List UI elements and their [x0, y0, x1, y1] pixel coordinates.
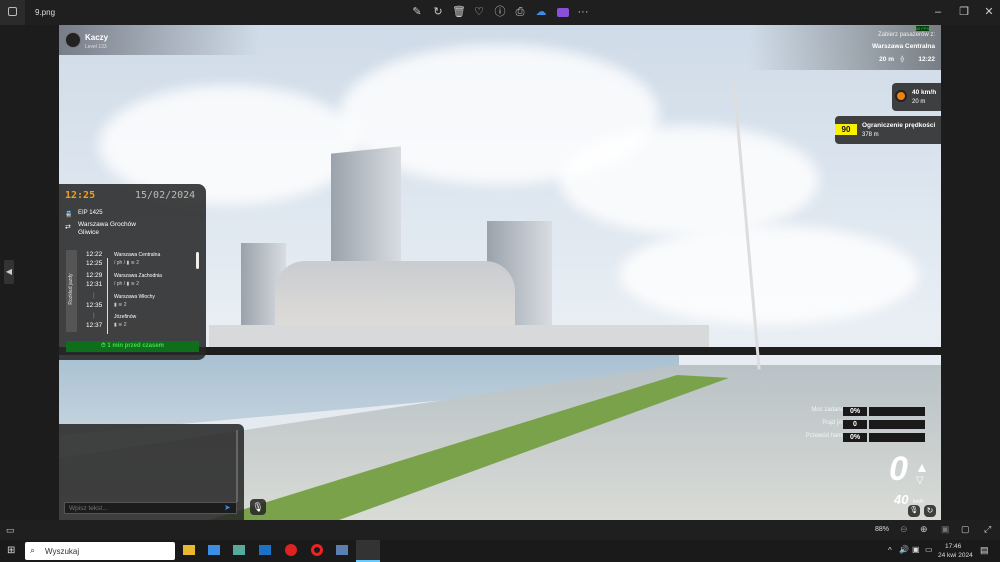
info-icon[interactable]: ⓘ — [494, 6, 506, 18]
app-icon[interactable] — [233, 545, 245, 555]
current-speed: 0 — [889, 450, 908, 488]
speed-limit-info: 90 Ograniczenie prędkości 378 m — [835, 116, 941, 144]
timetable-scrollbar[interactable] — [196, 252, 199, 269]
zoom-level: 88% — [875, 526, 890, 533]
app-icon[interactable] — [336, 545, 348, 555]
train-icon: 🚆 — [65, 212, 73, 218]
mail-icon[interactable] — [259, 545, 271, 555]
send-icon[interactable]: ➤ — [224, 503, 231, 512]
file-name: 9.png — [35, 8, 56, 17]
timetable-panel: 12:25 15/02/2024 🚆 EIP 1425 ⇄ Warszawa G… — [59, 184, 206, 360]
player-card: Kaczy Level 133 — [59, 25, 259, 55]
direction-reverse-icon: ▽ — [916, 475, 924, 486]
signal-info: 40 km/h 20 m — [892, 83, 941, 111]
signal-light-icon — [895, 90, 907, 102]
route-to: Gliwice — [78, 229, 99, 236]
opera-icon[interactable] — [311, 544, 323, 556]
favorite-icon[interactable]: ♡ — [473, 6, 485, 18]
speed-limit-sign: 90 — [835, 124, 857, 135]
stop-row: | 12:37 Józefinów ▮ ≋ 2 — [86, 312, 137, 329]
previous-image-button[interactable]: ◀ — [4, 260, 14, 284]
minimize-icon[interactable]: – — [932, 6, 944, 18]
timetable-tab[interactable]: Rozkład jazdy — [66, 250, 77, 332]
distance-marker-icon: ⟠ — [900, 56, 904, 63]
edit-icon[interactable]: ✎ — [411, 6, 423, 18]
file-explorer-icon[interactable] — [183, 545, 195, 555]
delete-icon[interactable]: 🗑 — [452, 6, 466, 18]
app-icon[interactable] — [0, 0, 25, 25]
more-icon[interactable]: ··· — [577, 6, 589, 18]
volume-icon[interactable]: 🔊 — [899, 545, 909, 554]
current-bar — [869, 420, 925, 429]
clipchamp-icon[interactable] — [557, 8, 569, 17]
clock: 12:25 — [65, 190, 96, 201]
print-icon[interactable]: ⎙ — [514, 6, 526, 18]
brake-pipe-bar — [869, 433, 925, 442]
microphone-button[interactable]: 🎙 — [250, 499, 266, 515]
power-bar — [869, 407, 925, 416]
fps-counter: 60 FPS — [915, 26, 929, 31]
filmstrip-icon[interactable]: ▭ — [6, 525, 15, 536]
chat-input[interactable] — [64, 502, 237, 514]
notifications-icon[interactable]: ▤ — [980, 545, 989, 556]
start-icon[interactable]: ⊞ — [7, 545, 15, 556]
clock-time[interactable]: 17:46 — [945, 543, 961, 550]
search-box[interactable]: ⌕ Wyszukaj — [25, 542, 175, 560]
route-icon: ⇄ — [65, 224, 71, 231]
maximize-icon[interactable]: ❐ — [958, 6, 970, 18]
avatar — [65, 32, 81, 48]
search-icon: ⌕ — [30, 545, 36, 555]
zoom-in-icon[interactable]: ⊕ — [920, 524, 928, 535]
player-name: Kaczy — [85, 33, 109, 42]
route-from: Warszawa Grochów — [78, 221, 136, 228]
fullscreen-icon[interactable]: ⤢ — [984, 524, 991, 535]
pickup-info: 60 FPS Zabierz pasażerów z: Warszawa Cen… — [749, 25, 941, 70]
clock-date[interactable]: 24 kwi 2024 — [938, 552, 973, 559]
tray-chevron-icon[interactable]: ^ — [888, 546, 892, 555]
pickup-station: Warszawa Centralna — [872, 43, 935, 50]
viewer-statusbar: ▭ 88% ⊖ ⊕ ▣ ▢ ⤢ — [0, 520, 1000, 540]
store-icon[interactable] — [208, 545, 220, 555]
game-screenshot: Kaczy Level 133 12:25 15/02/2024 🚆 EIP 1… — [59, 25, 941, 520]
fit-icon[interactable]: ▣ — [941, 524, 950, 535]
display-icon[interactable]: ▭ — [925, 545, 933, 554]
zoom-out-icon[interactable]: ⊖ — [900, 524, 908, 535]
refresh-icon[interactable]: ↻ — [924, 505, 936, 517]
actual-size-icon[interactable]: ▢ — [961, 524, 970, 535]
onedrive-icon[interactable]: ☁ — [535, 6, 547, 18]
direction-forward-icon: ▲ — [915, 459, 929, 475]
chat-panel: ➤ — [59, 424, 244, 520]
date: 15/02/2024 — [135, 190, 196, 201]
close-icon[interactable]: ✕ — [983, 6, 995, 18]
player-level: Level 133 — [85, 44, 107, 50]
punctuality-status: ⏱ 1 min przed czasem — [66, 341, 199, 352]
app-icon[interactable] — [285, 544, 297, 556]
photos-taskbar-icon[interactable] — [356, 540, 380, 562]
microphone-icon[interactable]: 🎙 — [908, 505, 920, 517]
photos-icon — [8, 7, 17, 16]
title-bar: 9.png ✎ ↻ 🗑 ♡ ⓘ ⎙ ☁ ··· – ❐ ✕ — [0, 0, 1000, 25]
rotate-icon[interactable]: ↻ — [432, 6, 444, 18]
train-number: EIP 1425 — [78, 210, 103, 216]
max-speed: 40 — [894, 492, 909, 507]
chat-scrollbar[interactable] — [236, 430, 238, 502]
network-icon[interactable]: ▣ — [912, 545, 920, 554]
traction-stats: Moc zadana 0% Prąd [A] 0 Przewód ham. 0% — [769, 406, 929, 446]
taskbar: ⊞ ⌕ Wyszukaj ^ 🔊 ▣ ▭ 17:46 24 kwi 2024 ▤ — [0, 540, 1000, 562]
